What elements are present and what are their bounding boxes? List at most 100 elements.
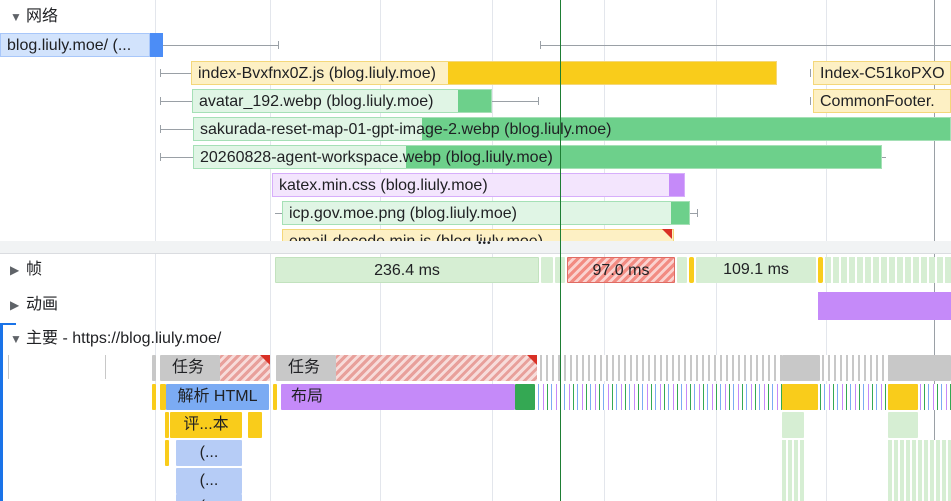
- function-call-clip: (...: [176, 494, 242, 501]
- request-whisker-end: [810, 97, 811, 105]
- request-whisker-end: [810, 69, 811, 77]
- frame-partial[interactable]: [818, 257, 823, 283]
- frame-duration: 109.1 ms: [723, 261, 789, 278]
- request-label: email-decode.min.js (blog.liuly.moe): [289, 233, 543, 241]
- long-task-marker: [527, 355, 537, 365]
- script-mark: [152, 384, 156, 410]
- request-whisker: [160, 129, 193, 130]
- main-track-header[interactable]: ▼ 主要 - https://blog.liuly.moe/: [10, 327, 221, 351]
- request-whisker: [690, 213, 697, 214]
- frame-partial[interactable]: [689, 257, 694, 283]
- request-label: blog.liuly.moe/ (...: [7, 37, 132, 54]
- collapse-arrow-icon[interactable]: ▼: [10, 327, 26, 351]
- function-strip: [782, 440, 806, 501]
- paint-block[interactable]: [515, 384, 535, 410]
- request-label: index-Bvxfnx0Z.js (blog.liuly.moe): [198, 65, 437, 82]
- track-resizer[interactable]: [0, 241, 951, 253]
- network-request-image[interactable]: avatar_192.webp (blog.liuly.moe): [192, 89, 492, 113]
- parse-html-block[interactable]: 解析 HTML: [166, 384, 269, 410]
- script-mark: [273, 384, 277, 410]
- frame-duration: 97.0 ms: [592, 262, 650, 279]
- task-block[interactable]: 任务: [276, 355, 336, 381]
- task-block[interactable]: [888, 355, 951, 381]
- function-call-block[interactable]: (...: [176, 494, 242, 501]
- track-selection-indicator: [0, 323, 16, 325]
- frame-block[interactable]: 236.4 ms: [275, 257, 539, 283]
- request-whisker-end: [160, 125, 161, 133]
- frame-block[interactable]: [541, 257, 553, 283]
- script-mark: [165, 440, 169, 466]
- request-label: sakurada-reset-map-01-gpt-image-2.webp (…: [200, 121, 612, 138]
- frames-track-title: 帧: [26, 261, 43, 278]
- request-whisker: [163, 45, 278, 46]
- request-label: Index-C51koPXO: [820, 65, 945, 82]
- function-call-label: (...: [199, 472, 219, 489]
- animation-block[interactable]: [818, 292, 951, 320]
- network-request-script[interactable]: CommonFooter.: [813, 89, 951, 113]
- script-block[interactable]: [248, 412, 262, 438]
- request-whisker: [882, 157, 886, 158]
- frame-duration: 236.4 ms: [374, 262, 440, 279]
- request-whisker: [492, 101, 538, 102]
- request-label: CommonFooter.: [820, 93, 935, 110]
- task-block[interactable]: [782, 355, 820, 381]
- evaluate-script-label: 评...本: [183, 416, 229, 433]
- task-long-overlay: [336, 355, 537, 381]
- script-block[interactable]: [888, 384, 918, 410]
- request-label: katex.min.css (blog.liuly.moe): [279, 177, 488, 194]
- request-label: 20260828-agent-workspace.webp (blog.liul…: [200, 149, 553, 166]
- track-selection-indicator: [0, 323, 3, 501]
- task-label: 任务: [288, 359, 321, 376]
- animations-track-header[interactable]: ▶ 动画: [10, 293, 58, 317]
- request-whisker: [160, 157, 193, 158]
- expand-arrow-icon[interactable]: ▶: [10, 293, 26, 317]
- function-block[interactable]: [782, 412, 804, 438]
- network-request-stylesheet[interactable]: katex.min.css (blog.liuly.moe): [272, 173, 685, 197]
- expand-arrow-icon[interactable]: ▶: [10, 258, 26, 282]
- frame-strip[interactable]: [825, 257, 951, 283]
- request-whisker: [160, 101, 192, 102]
- parse-html-label: 解析 HTML: [177, 388, 258, 405]
- network-request-script[interactable]: Index-C51koPXO: [813, 61, 951, 85]
- main-track-title: 主要 - https://blog.liuly.moe/: [26, 330, 222, 347]
- network-request-image[interactable]: 20260828-agent-workspace.webp (blog.liul…: [193, 145, 882, 169]
- task-block[interactable]: [152, 355, 156, 381]
- request-label: icp.gov.moe.png (blog.liuly.moe): [289, 205, 517, 222]
- function-call-block[interactable]: (...: [176, 468, 242, 494]
- frames-track-header[interactable]: ▶ 帧: [10, 258, 42, 282]
- script-block[interactable]: [782, 384, 818, 410]
- time-marker-line[interactable]: [560, 0, 561, 501]
- request-whisker-end: [278, 41, 279, 49]
- frame-block[interactable]: [677, 257, 687, 283]
- animations-track-title: 动画: [26, 296, 59, 313]
- layout-block[interactable]: 布局: [281, 384, 515, 410]
- frame-block-dropped[interactable]: 97.0 ms: [567, 257, 675, 283]
- network-request-image[interactable]: sakurada-reset-map-01-gpt-image-2.webp (…: [193, 117, 951, 141]
- task-label: 任务: [172, 359, 205, 376]
- task-block[interactable]: 任务: [160, 355, 220, 381]
- divider: [0, 253, 951, 254]
- request-whisker-end: [160, 153, 161, 161]
- collapse-arrow-icon[interactable]: ▼: [10, 5, 26, 29]
- request-whisker-end: [697, 209, 698, 217]
- script-mark: [165, 412, 169, 438]
- network-request-document[interactable]: blog.liuly.moe/ (...: [0, 33, 150, 57]
- resize-handle-icon[interactable]: •••: [478, 238, 492, 249]
- request-whisker-end: [538, 97, 539, 105]
- request-whisker: [160, 73, 191, 74]
- network-request-script[interactable]: index-Bvxfnx0Z.js (blog.liuly.moe): [191, 61, 777, 85]
- request-whisker: [275, 213, 282, 214]
- request-download-segment: [150, 33, 163, 57]
- network-track-header[interactable]: ▼ 网络: [10, 5, 58, 29]
- evaluate-script-block[interactable]: 评...本: [170, 412, 242, 438]
- function-call-label: (...: [199, 444, 219, 461]
- frame-block[interactable]: 109.1 ms: [696, 257, 816, 283]
- warning-marker: [662, 229, 672, 239]
- request-label: avatar_192.webp (blog.liuly.moe): [199, 93, 434, 110]
- request-whisker-end: [160, 69, 161, 77]
- layout-label: 布局: [291, 388, 324, 405]
- function-call-block[interactable]: (...: [176, 440, 242, 466]
- function-block[interactable]: [888, 412, 918, 438]
- network-request-image[interactable]: icp.gov.moe.png (blog.liuly.moe): [282, 201, 690, 225]
- long-task-marker: [260, 355, 270, 365]
